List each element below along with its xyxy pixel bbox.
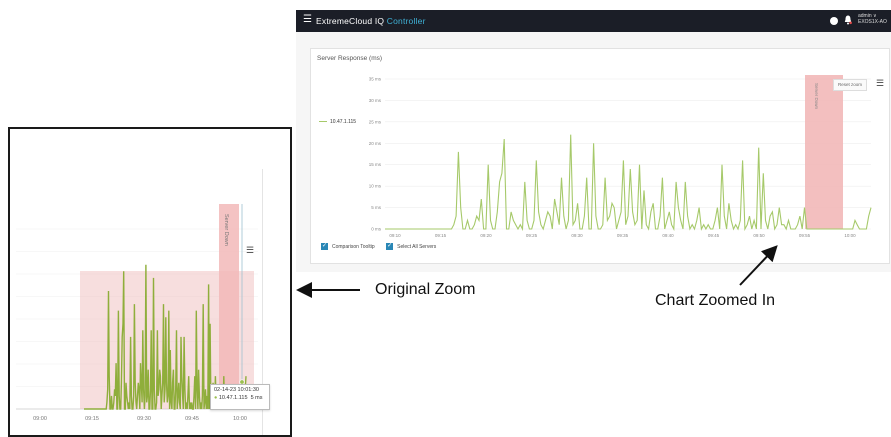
chart-zoomed-callout: Chart Zoomed In bbox=[655, 292, 776, 309]
callout-arrows bbox=[296, 245, 778, 298]
original-zoom-callout: Original Zoom bbox=[375, 281, 476, 298]
chart-zoomed-arrow bbox=[739, 245, 778, 286]
